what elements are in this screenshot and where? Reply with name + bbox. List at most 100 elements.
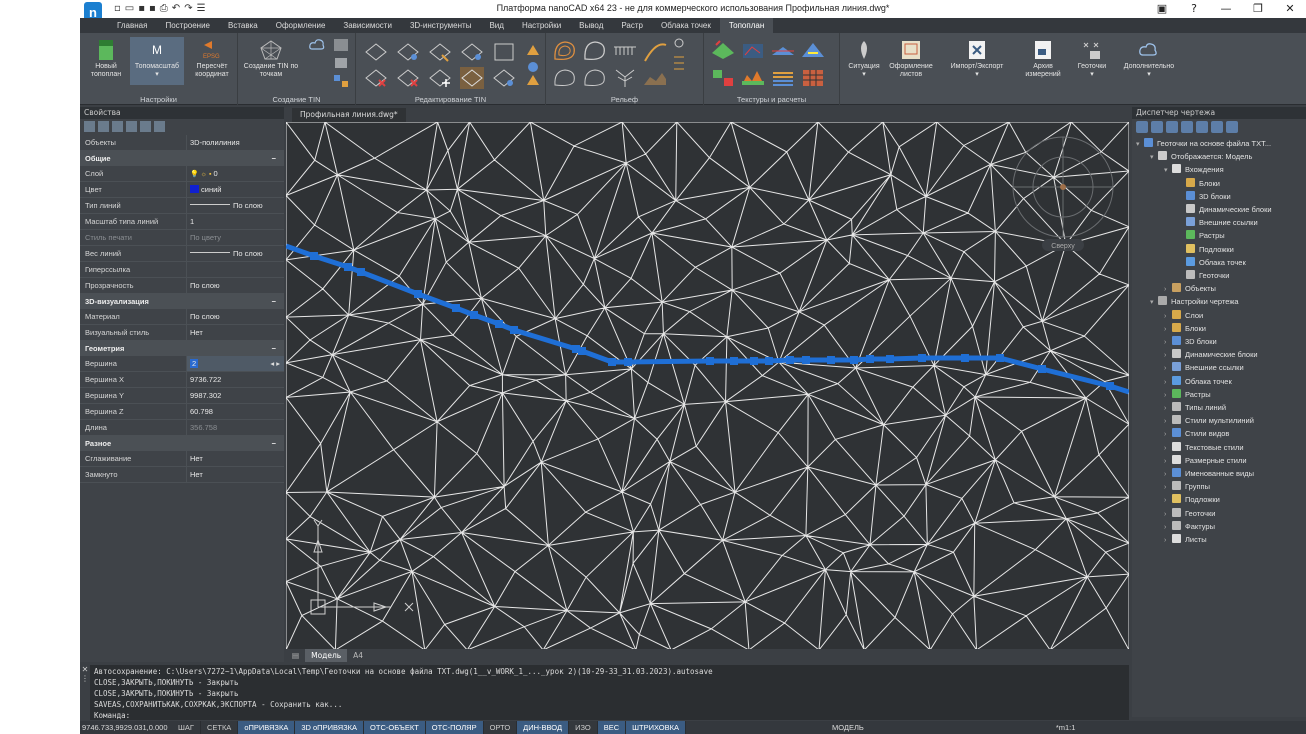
vertex-grip[interactable] — [414, 290, 422, 298]
delete-edge-icon[interactable] — [364, 67, 388, 89]
status-toggle-button[interactable]: 3D оПРИВЯЗКА — [295, 721, 365, 734]
flip-edge-icon[interactable] — [428, 41, 452, 63]
xrefs-filter-icon[interactable] — [1196, 121, 1208, 133]
property-value[interactable]: Нет — [187, 325, 284, 340]
create-tin-button[interactable]: Создание TIN по точкам — [240, 39, 302, 79]
collapse-icon[interactable]: − — [272, 341, 276, 356]
property-row[interactable]: Вершина Y 9987.302 — [80, 388, 284, 404]
expand-arrow-icon[interactable]: › — [1164, 376, 1172, 389]
layers-stack-icon[interactable] — [770, 67, 796, 89]
tab-home[interactable]: Главная — [108, 18, 156, 33]
tree-item[interactable]: Растры — [1178, 229, 1225, 242]
status-toggle-button[interactable]: СЕТКА — [201, 721, 239, 734]
select-object-icon[interactable] — [84, 121, 95, 132]
expand-arrow-icon[interactable]: › — [1164, 389, 1172, 402]
property-row[interactable]: Визуальный стиль Нет — [80, 325, 284, 341]
vertex-grip[interactable] — [608, 358, 616, 366]
expand-arrow-icon[interactable]: › — [1164, 323, 1172, 336]
expand-arrow-icon[interactable]: › — [1164, 521, 1172, 534]
surface-compare-icon[interactable] — [770, 39, 796, 61]
cartogram-icon[interactable] — [800, 67, 826, 89]
property-row[interactable]: Вес линий По слою — [80, 246, 284, 262]
property-row[interactable]: Сглаживание Нет — [80, 451, 284, 467]
filter-icon[interactable] — [126, 121, 137, 132]
blocks-filter-icon[interactable] — [1181, 121, 1193, 133]
recalc-coords-button[interactable]: EPSG Пересчёт координат — [188, 39, 236, 79]
expand-arrow-icon[interactable]: › — [1164, 336, 1172, 349]
drawing-viewport[interactable]: Профильная линия.dwg* Сверху ▤ Модель A4 — [286, 107, 1129, 662]
vertex-grip[interactable] — [866, 355, 874, 363]
tree-item[interactable]: Подложки — [1178, 243, 1234, 256]
topomasshtab-button[interactable]: M Топомасштаб ▾ — [130, 37, 184, 85]
show-icon[interactable] — [1151, 121, 1163, 133]
property-value[interactable]: Нет — [187, 467, 284, 482]
expand-arrow-icon[interactable]: ▾ — [1164, 164, 1172, 177]
tree-item[interactable]: Геоточки — [1178, 269, 1229, 282]
expand-arrow-icon[interactable]: › — [1164, 402, 1172, 415]
vertex-grip[interactable] — [578, 347, 586, 355]
expand-arrow-icon[interactable]: › — [1164, 534, 1172, 547]
tab-insert[interactable]: Вставка — [219, 18, 267, 33]
volume-calc-icon[interactable] — [740, 39, 766, 61]
property-row[interactable]: Гиперссылка — [80, 262, 284, 278]
status-toggle-button[interactable]: ШАГ — [172, 721, 201, 734]
tab-3d-tools[interactable]: 3D-инструменты — [401, 18, 481, 33]
property-value[interactable]: По слою — [187, 309, 284, 324]
tree-item[interactable]: › Растры — [1164, 388, 1211, 401]
cloud-icon[interactable] — [308, 37, 326, 53]
property-row[interactable]: Вершина Z 60.798 — [80, 404, 284, 420]
tree-item[interactable]: › Размерные стили — [1164, 454, 1247, 467]
tree-item[interactable]: › Стили мультилиний — [1164, 414, 1254, 427]
expand-arrow-icon[interactable]: › — [1164, 442, 1172, 455]
vertex-grip[interactable] — [961, 354, 969, 362]
situation-button[interactable]: Ситуация ▾ — [844, 39, 884, 79]
vertex-grip[interactable] — [310, 252, 318, 260]
section-header[interactable]: 3D-визуализация − — [80, 294, 284, 309]
property-value[interactable]: 2 ◂ ▸ — [187, 356, 284, 371]
property-value[interactable]: 💡 ☼ ▪ 0 — [187, 166, 284, 181]
tab-build[interactable]: Построение — [156, 18, 219, 33]
tab-output[interactable]: Вывод — [570, 18, 612, 33]
vertex-grip[interactable] — [918, 354, 926, 362]
collapse-icon[interactable]: − — [272, 151, 276, 166]
tree-item[interactable]: Облака точек — [1178, 256, 1246, 269]
status-toggle-button[interactable]: ОРТО — [484, 721, 518, 734]
property-row[interactable]: Прозрачность По слою — [80, 278, 284, 294]
tree-item[interactable]: › Блоки — [1164, 322, 1206, 335]
geopoints-button[interactable]: Геоточки ▾ — [1074, 39, 1110, 79]
tree-item[interactable]: › Динамические блоки — [1164, 348, 1258, 361]
selected-3d-polyline[interactable] — [286, 243, 1129, 395]
help-icon[interactable]: ? — [1178, 0, 1210, 18]
terrain-profile-icon[interactable] — [642, 67, 668, 89]
expand-arrow-icon[interactable]: › — [1164, 283, 1172, 296]
property-row[interactable]: Тип линий По слою — [80, 198, 284, 214]
new-topoplan-button[interactable]: Новый топоплан — [84, 39, 128, 79]
vertex-grip[interactable] — [1106, 382, 1114, 390]
vertex-grip[interactable] — [452, 304, 460, 312]
close-button[interactable]: ✕ — [1274, 0, 1306, 18]
move-point-icon[interactable] — [428, 67, 452, 89]
expand-arrow-icon[interactable]: ▾ — [1150, 296, 1158, 309]
expand-arrow-icon[interactable]: ▾ — [1136, 138, 1144, 151]
tin-contour-icon[interactable] — [492, 67, 516, 89]
layers-filter-icon[interactable] — [1166, 121, 1178, 133]
tab-constraints[interactable]: Зависимости — [334, 18, 401, 33]
property-value[interactable]: 9987.302 — [187, 388, 284, 403]
import-points-icon[interactable] — [332, 55, 350, 71]
quick-select-icon[interactable] — [112, 121, 123, 132]
status-toggle-button[interactable]: ОТС-ПОЛЯР — [425, 721, 484, 734]
command-prompt[interactable]: Команда: — [94, 711, 130, 720]
tree-item[interactable]: › Именованные виды — [1164, 467, 1254, 480]
tab-topoplan[interactable]: Топоплан — [719, 18, 774, 33]
tin-boundary-icon[interactable] — [492, 41, 516, 63]
vertex-grip[interactable] — [495, 320, 503, 328]
vertex-grip[interactable] — [786, 356, 794, 364]
vertex-grip[interactable] — [706, 357, 714, 365]
refresh-icon[interactable] — [1136, 121, 1148, 133]
toggle-pickadd-icon[interactable] — [140, 121, 151, 132]
vertex-grip[interactable] — [510, 326, 518, 334]
section-header[interactable]: Общие − — [80, 151, 284, 166]
tree-item[interactable]: › Типы линий — [1164, 401, 1226, 414]
vertex-grip[interactable] — [850, 356, 858, 364]
tree-item[interactable]: › Листы — [1164, 533, 1207, 546]
